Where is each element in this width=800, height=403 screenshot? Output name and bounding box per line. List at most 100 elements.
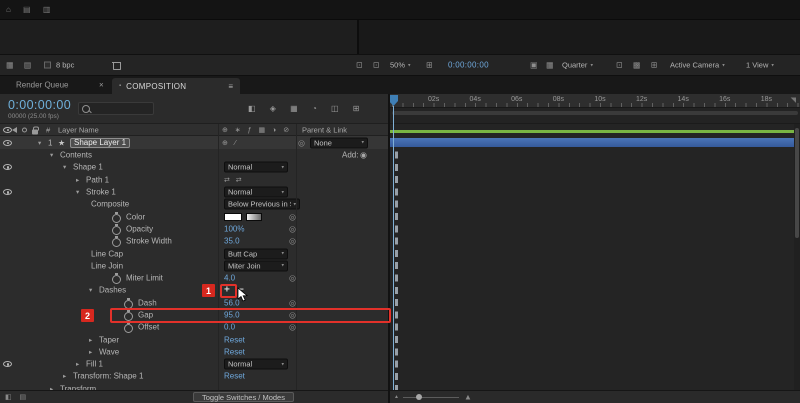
layer-switch-icons[interactable]: ⊕ ⁄ [222, 139, 238, 147]
scrollbar-thumb[interactable] [795, 128, 799, 238]
wave-reset-link[interactable]: Reset [224, 347, 245, 356]
blend-mode-dropdown[interactable]: Normal ▾ [224, 186, 288, 198]
expander-icon[interactable]: ▾ [76, 188, 79, 196]
pick-whip-icon[interactable]: ◎ [289, 237, 296, 246]
project-panel-icons[interactable]: ▦ ▤ [6, 61, 35, 70]
stopwatch-icon[interactable] [112, 211, 121, 223]
pick-whip-icon[interactable]: ◎ [289, 298, 296, 307]
zoom-in-icon[interactable]: ▲ [464, 393, 472, 402]
property-label[interactable]: Dashes [99, 286, 126, 295]
panel-menu-icon[interactable]: ≡ [228, 82, 233, 91]
zoom-slider-handle[interactable] [416, 394, 422, 400]
comp-marker-bin-icon[interactable]: ◥ [791, 96, 796, 104]
blend-mode-dropdown[interactable]: Normal ▾ [224, 161, 288, 173]
property-label[interactable]: Dash [138, 298, 157, 307]
channel-monitor-icons[interactable]: ⊡ ⊡ [356, 61, 384, 70]
stopwatch-icon[interactable] [112, 223, 121, 235]
view-option-icons[interactable]: ⊡ ▩ ⊞ [616, 61, 661, 70]
stopwatch-icon[interactable] [124, 297, 133, 309]
transform-reset-link[interactable]: Reset [224, 372, 245, 381]
opacity-value[interactable]: 100% [224, 224, 244, 233]
expand-panel-icons[interactable]: ◧ ▤ [5, 393, 29, 401]
zoom-dropdown[interactable]: 50% ▾ [390, 61, 411, 70]
eye-icon[interactable] [3, 361, 12, 368]
work-area-bar[interactable] [392, 111, 798, 115]
trash-icon[interactable] [112, 60, 121, 70]
property-label[interactable]: Taper [99, 335, 119, 344]
property-label[interactable]: Composite [91, 200, 129, 209]
color-depth-icon[interactable] [44, 61, 51, 69]
expander-icon[interactable]: ▾ [89, 286, 92, 294]
expander-icon[interactable]: ▾ [50, 151, 53, 159]
current-timecode[interactable]: 0:00:00:00 [8, 98, 71, 112]
color-gradient-box[interactable] [246, 212, 262, 221]
app-bar-icons[interactable]: ⌂ ▤ ▥ [6, 5, 55, 14]
add-button[interactable]: ◉ [360, 151, 367, 160]
layer-row[interactable]: ▾ 1 ★ Shape Layer 1 ⊕ ⁄ ◎ None ▾ [0, 136, 388, 149]
expander-icon[interactable]: ▸ [63, 372, 66, 380]
miter-limit-value[interactable]: 4.0 [224, 274, 235, 283]
property-label[interactable]: Stroke Width [126, 237, 172, 246]
line-cap-dropdown[interactable]: Butt Cap ▾ [224, 248, 288, 260]
layer-expander-icon[interactable]: ▾ [38, 139, 41, 147]
property-label[interactable]: Opacity [126, 224, 153, 233]
panel-splitter[interactable] [388, 94, 390, 403]
path-direction-icons[interactable]: ⇄ ⇄ [224, 176, 244, 184]
composite-dropdown[interactable]: Below Previous in Sa▾ [224, 198, 300, 210]
stopwatch-icon[interactable] [124, 322, 133, 334]
property-label[interactable]: Miter Limit [126, 274, 163, 283]
scrollbar[interactable] [794, 124, 800, 390]
taper-reset-link[interactable]: Reset [224, 335, 245, 344]
pick-whip-icon[interactable]: ◎ [289, 274, 296, 283]
camera-dropdown[interactable]: Active Camera ▾ [670, 61, 725, 70]
tab-render-queue[interactable]: Render Queue [16, 81, 68, 90]
pick-whip-icon[interactable]: ◎ [298, 138, 305, 147]
stopwatch-icon[interactable] [112, 273, 121, 285]
resolution-dropdown[interactable]: Quarter ▾ [562, 61, 593, 70]
expander-icon[interactable]: ▾ [63, 163, 66, 171]
property-label[interactable]: Color [126, 212, 145, 221]
parent-dropdown[interactable]: None ▾ [310, 137, 368, 148]
property-label[interactable]: Contents [60, 151, 92, 160]
offset-value[interactable]: 0.0 [224, 323, 235, 332]
stopwatch-icon[interactable] [112, 236, 121, 248]
snapshot-camera-icon[interactable]: ▣ [530, 61, 542, 70]
property-label[interactable]: Line Cap [91, 249, 123, 258]
tab-composition[interactable]: ▪ COMPOSITION ≡ [112, 78, 240, 94]
property-label[interactable]: Line Join [91, 261, 123, 270]
bpc-button[interactable]: 8 bpc [56, 61, 74, 70]
eye-icon[interactable] [3, 164, 12, 171]
stroke-width-value[interactable]: 35.0 [224, 237, 240, 246]
property-label[interactable]: Stroke 1 [86, 188, 116, 197]
channel-grid-icon[interactable]: ▦ [546, 61, 558, 70]
property-label[interactable]: Transform: Shape 1 [73, 372, 143, 381]
expander-icon[interactable]: ▸ [89, 348, 92, 356]
pick-whip-icon[interactable]: ◎ [289, 224, 296, 233]
timeline-tool-icons[interactable]: ◧ ◈ ▦ ◔ ◫ ⊞ [248, 104, 365, 113]
pick-whip-icon[interactable]: ◎ [289, 323, 296, 332]
view-layout-dropdown[interactable]: 1 View ▾ [746, 61, 774, 70]
property-label[interactable]: Path 1 [86, 175, 109, 184]
time-ruler[interactable]: 0s 02s 04s 06s 08s 10s 12s 14s 16s 18s ◥ [390, 94, 800, 108]
blend-mode-dropdown[interactable]: Normal ▾ [224, 358, 288, 370]
preview-timecode[interactable]: 0:00:00:00 [448, 61, 489, 70]
property-label[interactable]: Fill 1 [86, 360, 103, 369]
close-icon[interactable]: × [99, 81, 104, 90]
expander-icon[interactable]: ▸ [76, 360, 79, 368]
pick-whip-icon[interactable]: ◎ [289, 212, 296, 221]
eye-icon[interactable] [3, 139, 12, 146]
property-label[interactable]: Shape 1 [73, 163, 103, 172]
search-input[interactable] [78, 102, 154, 115]
expander-icon[interactable]: ▸ [76, 176, 79, 184]
eye-icon[interactable] [3, 189, 12, 196]
toggle-switches-button[interactable]: Toggle Switches / Modes [193, 392, 294, 402]
ruler-grid-icon[interactable]: ⊞ [426, 61, 437, 70]
layer-name[interactable]: Shape Layer 1 [70, 137, 131, 148]
line-join-dropdown[interactable]: Miter Join ▾ [224, 260, 288, 272]
property-label[interactable]: Wave [99, 347, 119, 356]
color-swatch[interactable] [224, 212, 242, 221]
layer-duration-bar[interactable] [390, 138, 800, 147]
expander-icon[interactable]: ▸ [89, 336, 92, 344]
zoom-out-icon[interactable]: ▲ [394, 394, 399, 400]
property-label[interactable]: Offset [138, 323, 159, 332]
